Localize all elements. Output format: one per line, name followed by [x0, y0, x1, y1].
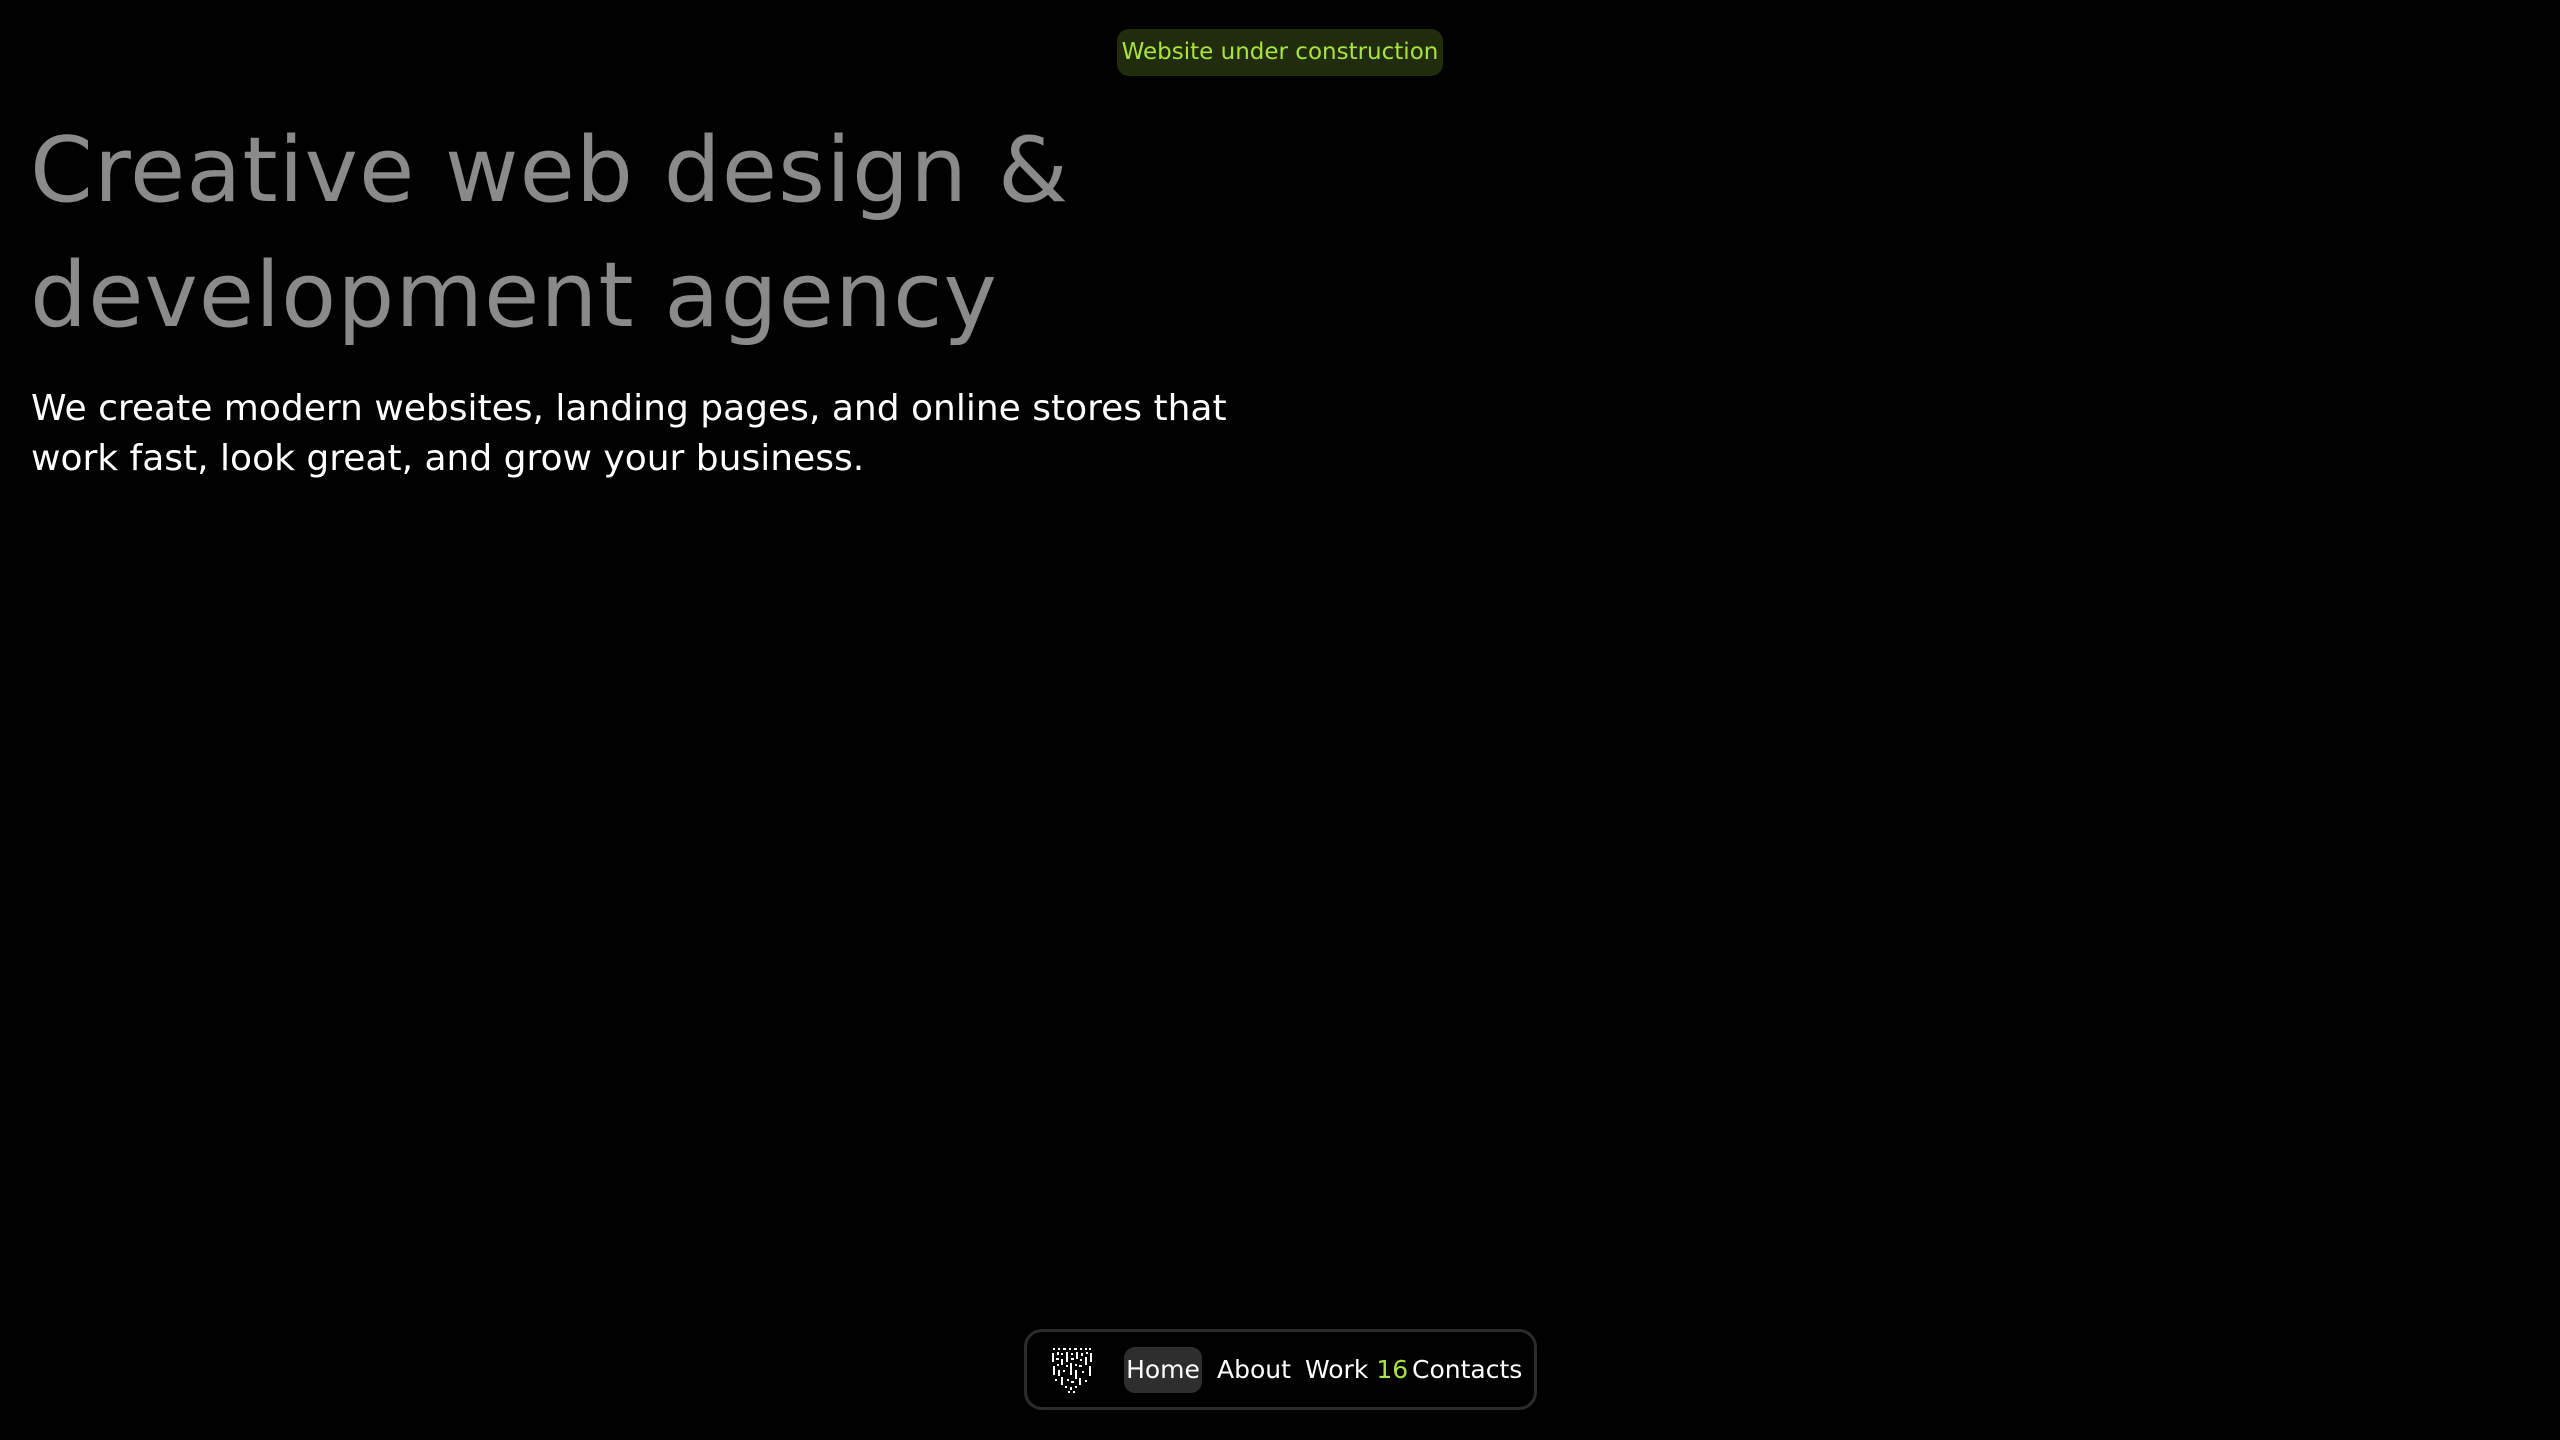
abstract-logo-icon[interactable]: [1049, 1346, 1095, 1394]
page-title: Creative web design & development agency: [30, 108, 1069, 358]
hero-subtitle-line-1: We create modern websites, landing pages…: [31, 388, 1227, 429]
nav-item-home[interactable]: Home: [1124, 1347, 1202, 1393]
page-title-line-1: Creative web design &: [30, 118, 1069, 223]
nav-item-contacts[interactable]: Contacts: [1412, 1347, 1522, 1393]
bottom-navigation: Home About Work 16 Contacts: [1024, 1329, 1537, 1410]
page-title-line-2: development agency: [30, 243, 998, 348]
nav-item-about[interactable]: About: [1217, 1347, 1291, 1393]
work-count-badge: 16: [1376, 1355, 1409, 1384]
hero-subtitle-line-2: work fast, look great, and grow your bus…: [31, 438, 865, 479]
nav-item-work[interactable]: Work 16: [1305, 1347, 1408, 1393]
construction-badge: Website under construction: [1117, 29, 1443, 76]
hero-subtitle: We create modern websites, landing pages…: [31, 384, 1227, 484]
nav-item-work-label: Work: [1305, 1355, 1369, 1384]
logo-graphic: [1052, 1348, 1092, 1393]
